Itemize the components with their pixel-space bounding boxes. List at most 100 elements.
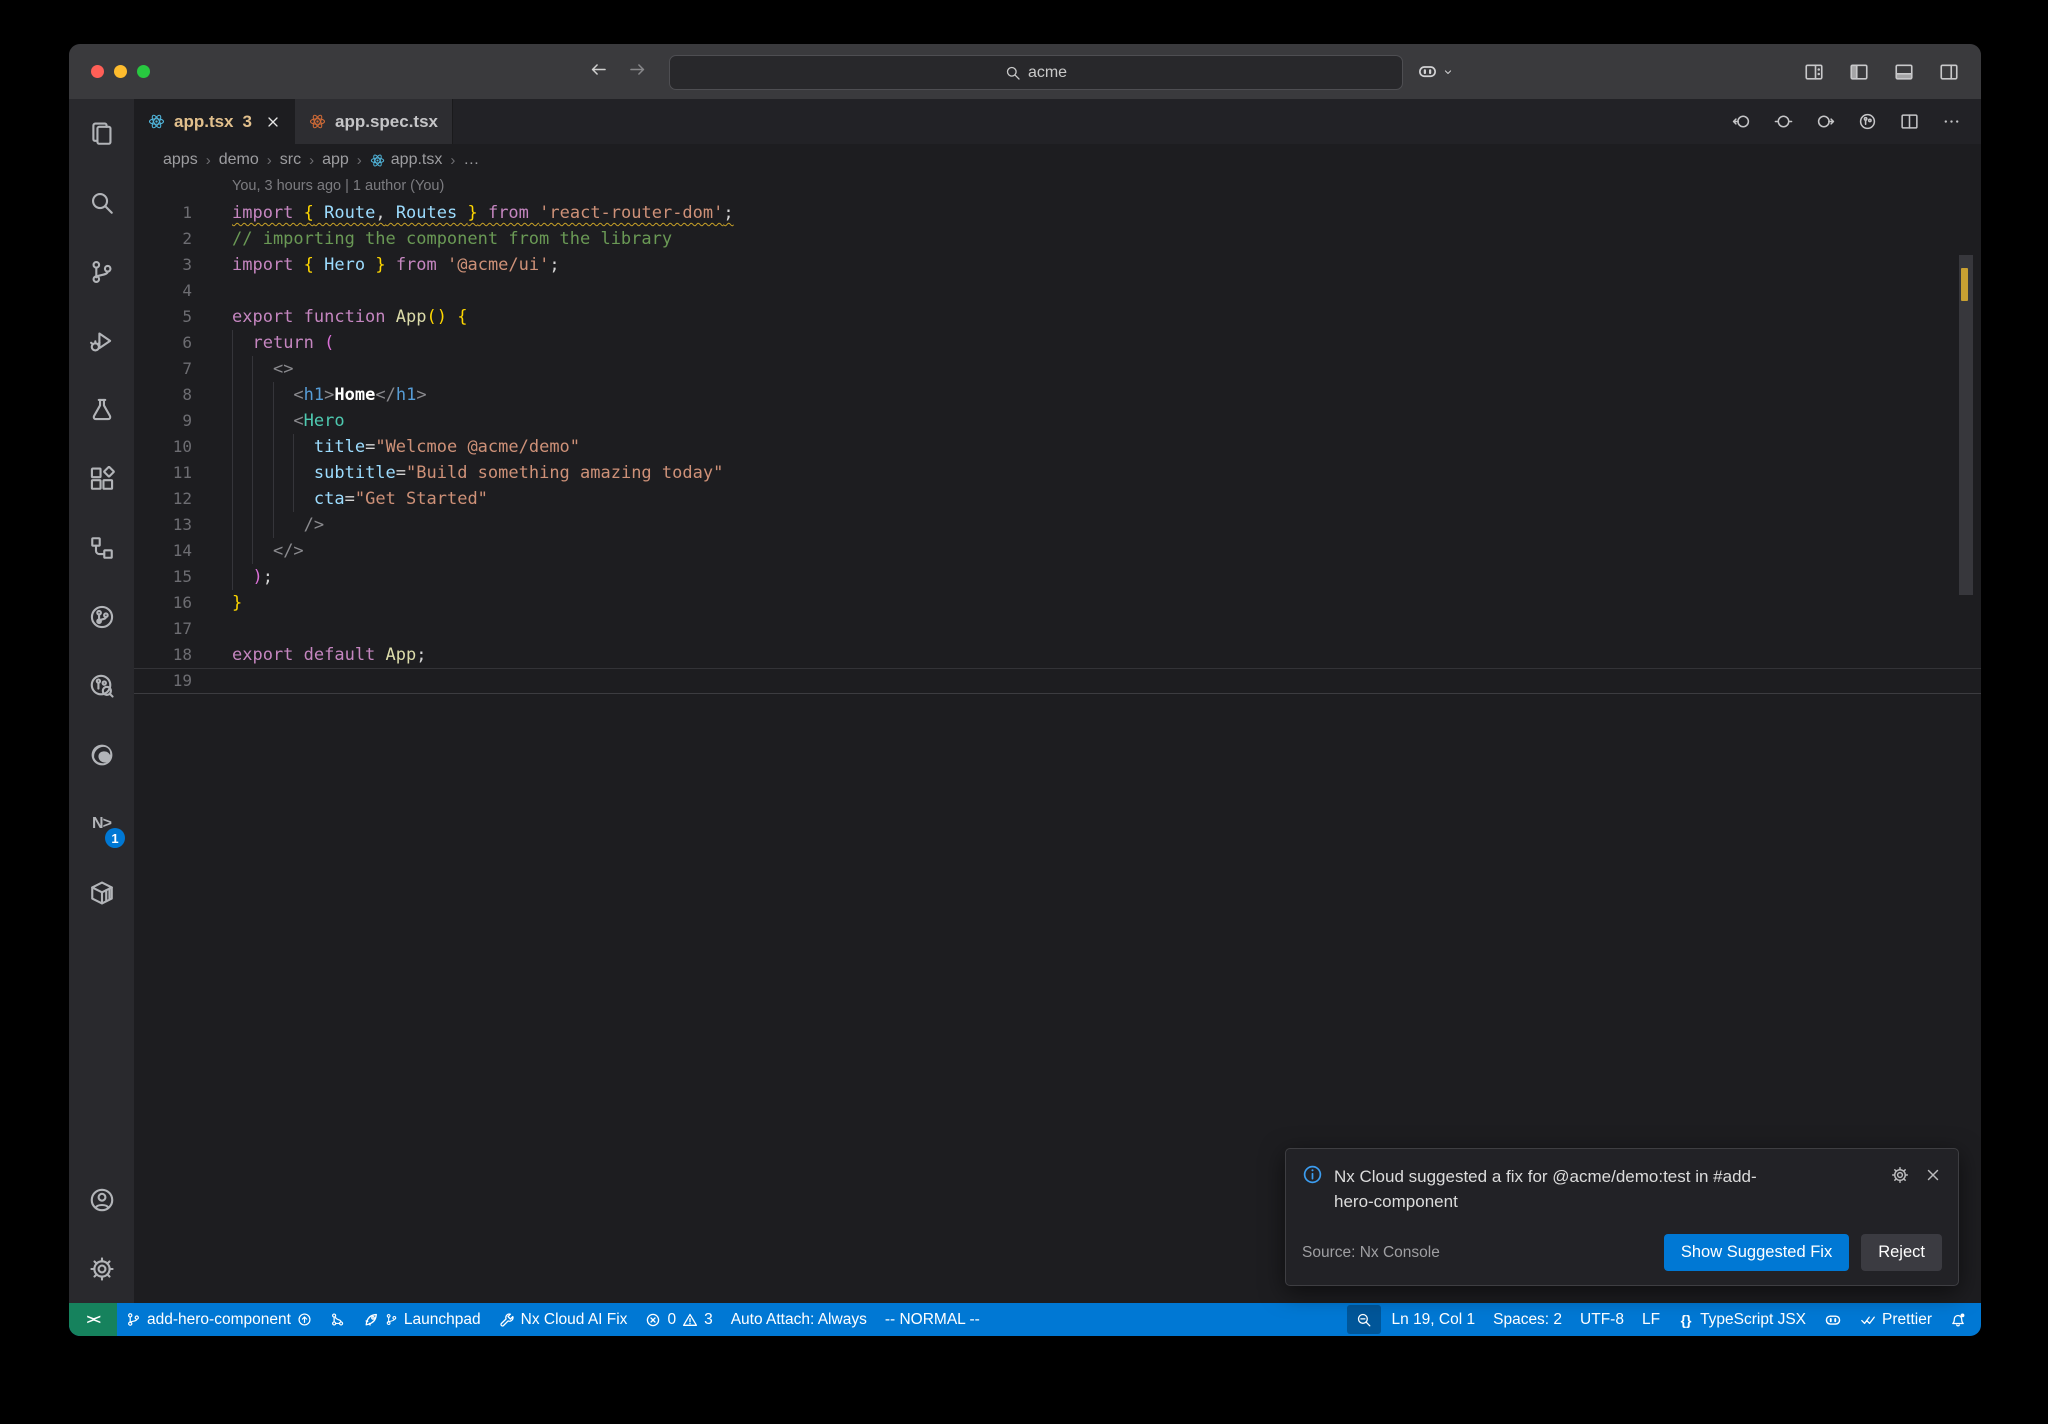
traffic-light[interactable]	[137, 65, 150, 78]
code-line-16[interactable]: 16}	[134, 590, 1981, 616]
status-eol[interactable]: LF	[1633, 1303, 1669, 1336]
code-line-17[interactable]: 17	[134, 616, 1981, 642]
activity-nx-console[interactable]: N> 1	[69, 789, 134, 858]
react-icon	[370, 153, 385, 168]
activity-nx-inspect[interactable]	[69, 651, 134, 720]
branch-small-icon	[385, 1313, 398, 1326]
breadcrumb[interactable]: apps › demo › src › app › app.tsx ›…	[134, 144, 1981, 176]
line-number: 7	[182, 359, 192, 378]
activity-run-debug[interactable]	[69, 306, 134, 375]
chevron-right-icon: ›	[266, 151, 272, 169]
code-line-5[interactable]: 5 export function App() {	[134, 304, 1981, 330]
show-suggested-fix-button[interactable]: Show Suggested Fix	[1663, 1234, 1850, 1271]
status-zoom-indicator[interactable]	[1346, 1305, 1381, 1334]
check-double-icon	[1860, 1312, 1876, 1328]
line-number: 5	[182, 307, 192, 326]
notification-close-button[interactable]	[1924, 1166, 1942, 1184]
split-editor-icon[interactable]	[1900, 112, 1919, 131]
code-line-8[interactable]: 8 <h1>Home</h1>	[134, 382, 1981, 408]
status-problems[interactable]: 03	[636, 1303, 721, 1336]
activity-nx-graph[interactable]	[69, 582, 134, 651]
status-bar-left: add-hero-component Launchpad Nx Cloud AI F…	[117, 1303, 1345, 1336]
status-formatter[interactable]: Prettier	[1851, 1303, 1941, 1336]
tab-app.spec.tsx[interactable]: app.spec.tsx	[295, 99, 453, 144]
command-center-search[interactable]: acme	[669, 55, 1403, 90]
activity-account[interactable]	[69, 1165, 134, 1234]
activity-settings-gear[interactable]	[69, 1234, 134, 1303]
breadcrumb-item[interactable]: src	[280, 151, 301, 169]
code-line-13[interactable]: 13 />	[134, 512, 1981, 538]
editor-scrollbar[interactable]	[1959, 224, 1973, 1295]
code-line-1[interactable]: 1 import { Route, Routes } from 'react-ro…	[134, 200, 1981, 226]
status-launchpad[interactable]: Launchpad	[354, 1303, 490, 1336]
error-icon	[645, 1312, 661, 1328]
remote-icon: ><	[86, 1312, 101, 1327]
status-vim-mode[interactable]: -- NORMAL --	[876, 1303, 989, 1336]
breadcrumb-item[interactable]: demo	[219, 151, 259, 169]
code-line-3[interactable]: 3 import { Hero } from '@acme/ui';	[134, 252, 1981, 278]
activity-testing[interactable]	[69, 375, 134, 444]
nav-circle-icon[interactable]	[1774, 112, 1793, 131]
code-editor[interactable]: You, 3 hours ago | 1 author (You) 1 impor…	[134, 176, 1981, 1303]
traffic-light[interactable]	[114, 65, 127, 78]
screen: acme N> 1 app.tsx 3 app.spec.tsx apps › demo ›…	[0, 0, 2048, 1424]
scrollbar-thumb[interactable]	[1959, 255, 1973, 595]
traffic-light[interactable]	[91, 65, 104, 78]
copilot-menu[interactable]	[1417, 44, 1454, 99]
status-cursor-position[interactable]: Ln 19, Col 1	[1383, 1303, 1485, 1336]
notification-settings-button[interactable]	[1891, 1166, 1909, 1184]
activity-extensions[interactable]	[69, 444, 134, 513]
tab-app.tsx[interactable]: app.tsx 3	[134, 99, 295, 144]
status-indentation[interactable]: Spaces: 2	[1484, 1303, 1571, 1336]
code-line-14[interactable]: 14 </>	[134, 538, 1981, 564]
run-circle-icon[interactable]	[1858, 112, 1877, 131]
run-debug-icon	[89, 328, 115, 354]
code-line-18[interactable]: 18 export default App;	[134, 642, 1981, 668]
status-copilot-status[interactable]	[1815, 1303, 1851, 1336]
code-line-4[interactable]: 4	[134, 278, 1981, 304]
status-auto-attach[interactable]: Auto Attach: Always	[722, 1303, 876, 1336]
panel-bottom-icon[interactable]	[1894, 62, 1914, 82]
tabs: app.tsx 3 app.spec.tsx	[134, 99, 453, 144]
editor-group: app.tsx 3 app.spec.tsx apps › demo › src › app › a…	[134, 99, 1981, 1303]
code-line-6[interactable]: 6 return (	[134, 330, 1981, 356]
account-icon	[89, 1187, 115, 1213]
activity-edge[interactable]	[69, 720, 134, 789]
remote-indicator[interactable]: ><	[69, 1303, 117, 1336]
code-line-15[interactable]: 15 );	[134, 564, 1981, 590]
code-line-2[interactable]: 2// importing the component from the lib…	[134, 226, 1981, 252]
breadcrumb-item[interactable]: apps	[163, 151, 198, 169]
code-line-11[interactable]: 11 subtitle="Build something amazing tod…	[134, 460, 1981, 486]
status-language-mode[interactable]: {} TypeScript JSX	[1669, 1303, 1815, 1336]
code-line-9[interactable]: 9 <Hero	[134, 408, 1981, 434]
status-git-branch[interactable]: add-hero-component	[117, 1303, 321, 1336]
panel-left-icon[interactable]	[1849, 62, 1869, 82]
layout-customize-icon[interactable]	[1804, 62, 1824, 82]
chevron-right-icon: ›	[450, 151, 456, 169]
line-number: 11	[172, 463, 192, 482]
nav-back-icon[interactable]	[1732, 112, 1751, 131]
code-line-10[interactable]: 10 title="Welcmoe @acme/demo"	[134, 434, 1981, 460]
breadcrumb-file[interactable]: app.tsx	[370, 151, 442, 169]
nav-forward-icon[interactable]	[1816, 112, 1835, 131]
breadcrumb-item[interactable]: app	[322, 151, 349, 169]
more-actions-icon[interactable]	[1942, 112, 1961, 131]
warning-icon	[682, 1312, 698, 1328]
status-encoding[interactable]: UTF-8	[1571, 1303, 1633, 1336]
reject-button[interactable]: Reject	[1861, 1234, 1942, 1271]
activity-source-control[interactable]	[69, 237, 134, 306]
code-line-7[interactable]: 7 <>	[134, 356, 1981, 382]
code-line-19[interactable]: 19	[134, 668, 1981, 694]
code-line-12[interactable]: 12 cta="Get Started"	[134, 486, 1981, 512]
activity-search[interactable]	[69, 168, 134, 237]
breadcrumb-more[interactable]: …	[463, 151, 479, 169]
status-nx-cloud-ai-fix[interactable]: Nx Cloud AI Fix	[490, 1303, 637, 1336]
status-git-graph[interactable]	[321, 1303, 354, 1336]
panel-right-icon[interactable]	[1939, 62, 1959, 82]
close-icon[interactable]	[265, 114, 281, 130]
activity-project-structure[interactable]	[69, 513, 134, 582]
status-notifications-bell[interactable]	[1941, 1303, 1975, 1336]
activity-container[interactable]	[69, 858, 134, 927]
source-control-icon	[89, 259, 115, 285]
activity-files[interactable]	[69, 99, 134, 168]
